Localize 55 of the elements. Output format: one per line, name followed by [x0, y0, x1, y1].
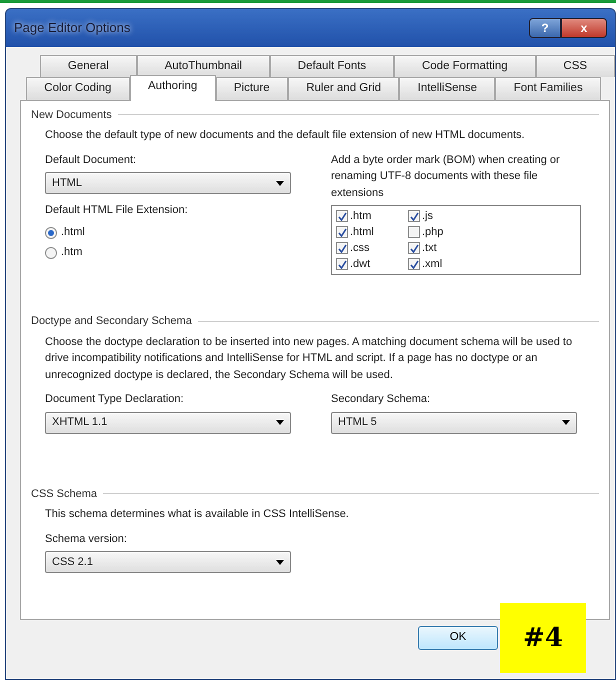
caret-icon: [276, 420, 284, 425]
checkbox-label[interactable]: .html: [350, 224, 374, 240]
field-label: Document Type Declaration:: [45, 392, 185, 407]
field-label: Default HTML File Extension:: [45, 203, 189, 218]
description: Choose the doctype declaration to be inserted into new pages. A matching document schema will be used to drive incompatibility notifications and IntelliSense for HTML and script. If a page has no doctype or an unrecognized doctype is declared, the Secondary Schema will be used.: [45, 334, 574, 382]
field-label: Schema version:: [45, 532, 128, 546]
tab[interactable]: CSS: [536, 55, 615, 78]
checkbox-label[interactable]: .dwt: [350, 256, 370, 272]
field-label: Add a byte order mark (BOM) when creating or renaming UTF-8 documents with these file extensions: [331, 152, 561, 200]
checkbox[interactable]: [408, 226, 420, 238]
checkbox[interactable]: [336, 258, 348, 270]
tab[interactable]: Code Formatting: [394, 55, 536, 78]
radio-label[interactable]: .htm: [61, 244, 82, 261]
field-label: Default Document:: [45, 152, 138, 168]
tab[interactable]: Ruler and Grid: [288, 77, 400, 100]
dropdown[interactable]: CSS 2.1: [45, 551, 291, 573]
tab[interactable]: Default Fonts: [270, 55, 394, 78]
checkbox-label[interactable]: .txt: [422, 240, 437, 256]
group-heading: New Documents: [31, 108, 112, 122]
tab[interactable]: Color Coding: [26, 77, 130, 100]
description: This schema determines what is available in CSS IntelliSense.: [45, 507, 350, 522]
checkbox[interactable]: [408, 258, 420, 270]
radio-button[interactable]: [45, 246, 57, 258]
caret-icon: [562, 420, 570, 425]
checkbox[interactable]: [408, 210, 420, 222]
checkbox-label[interactable]: .js: [422, 208, 433, 224]
dropdown[interactable]: XHTML 1.1: [45, 412, 291, 434]
checkbox-label[interactable]: .xml: [422, 256, 442, 272]
caret-icon: [276, 560, 284, 564]
checkbox-label[interactable]: .php: [422, 224, 444, 240]
checkbox-label[interactable]: .htm: [350, 208, 372, 224]
tab[interactable]: AutoThumbnail: [136, 55, 270, 78]
caret-icon: [276, 180, 284, 186]
step-label: #4: [500, 603, 586, 673]
checkbox[interactable]: [336, 210, 348, 222]
radio-label[interactable]: .html: [61, 224, 85, 241]
dropdown[interactable]: HTML: [45, 172, 291, 194]
group-heading: CSS Schema: [31, 486, 98, 502]
tab[interactable]: Font Families: [495, 77, 602, 100]
ok-button[interactable]: OK: [418, 626, 498, 650]
tab[interactable]: IntelliSense: [399, 77, 496, 100]
field-label: Secondary Schema:: [331, 392, 432, 407]
checkbox[interactable]: [336, 242, 348, 254]
checkbox-label[interactable]: .css: [350, 240, 370, 256]
checkbox[interactable]: [408, 242, 420, 254]
dropdown[interactable]: HTML 5: [331, 412, 577, 434]
tab[interactable]: Picture: [216, 77, 288, 100]
group-heading: Doctype and Secondary Schema: [31, 314, 192, 329]
description: Choose the default type of new documents and the default file extension of new HTML documents.: [45, 128, 526, 143]
tab[interactable]: Authoring: [130, 75, 216, 100]
close-button[interactable]: x: [561, 18, 607, 38]
radio-button[interactable]: [45, 226, 57, 238]
window-title: Page Editor Options: [14, 19, 130, 38]
checkbox[interactable]: [336, 226, 348, 238]
tab[interactable]: General: [40, 55, 137, 78]
